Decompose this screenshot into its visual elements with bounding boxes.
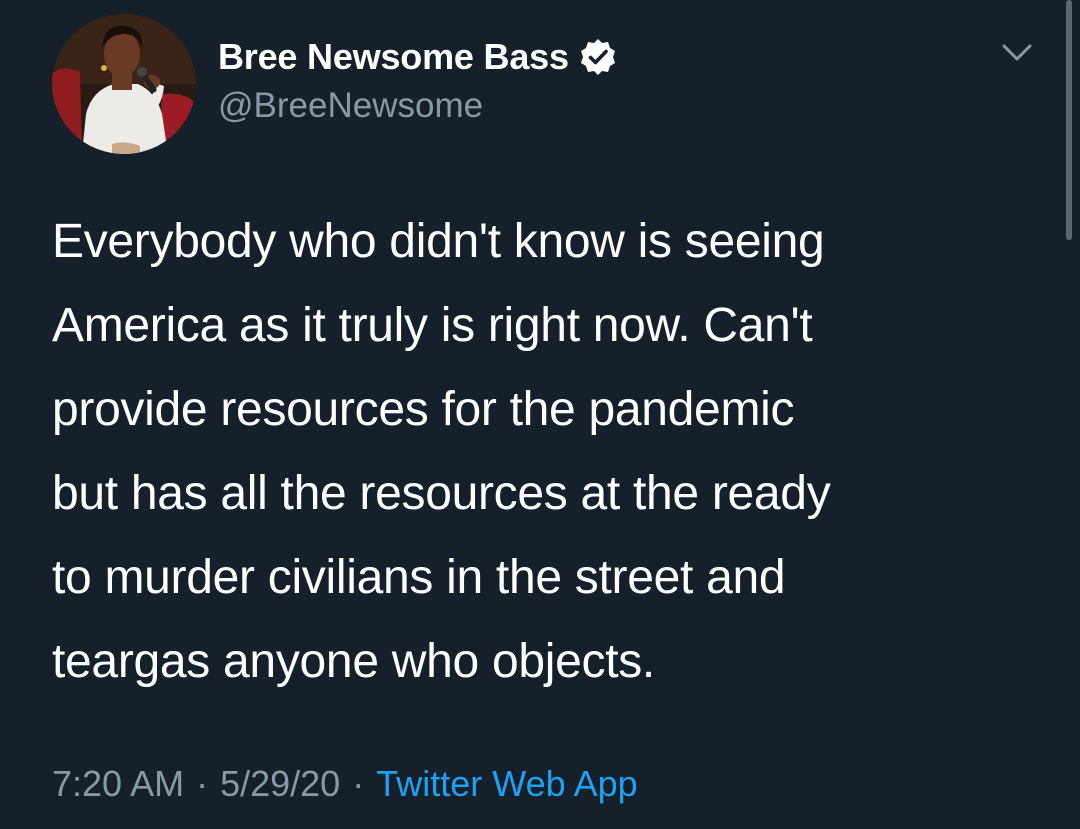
meta-separator: · [196, 763, 209, 804]
tweet-text-line: to murder civilians in the street and [52, 551, 786, 604]
tweet-meta: 7:20 AM · 5/29/20 · Twitter Web App [52, 763, 638, 805]
scrollbar[interactable] [1066, 0, 1072, 240]
verified-badge-icon [578, 37, 618, 77]
tweet-card: Bree Newsome Bass @BreeNewsome Everybody… [0, 0, 1080, 829]
author-handle[interactable]: @BreeNewsome [218, 86, 483, 126]
author-row: Bree Newsome Bass [218, 34, 618, 80]
tweet-text-line: but has all the resources at the ready [52, 467, 831, 520]
tweet-text-line: Everybody who didn't know is seeing [52, 215, 825, 268]
chevron-down-icon[interactable] [1000, 40, 1034, 66]
avatar-photo [52, 14, 196, 154]
tweet-time[interactable]: 7:20 AM [52, 763, 184, 805]
avatar[interactable] [52, 14, 196, 154]
tweet-text: Everybody who didn't know is seeing Amer… [52, 200, 1032, 704]
tweet-text-line: teargas anyone who objects. [52, 635, 655, 688]
tweet-source-link[interactable]: Twitter Web App [376, 763, 637, 805]
tweet-text-line: America as it truly is right now. Can't [52, 299, 813, 352]
tweet-text-line: provide resources for the pandemic [52, 383, 795, 436]
meta-separator: · [352, 763, 365, 804]
author-display-name[interactable]: Bree Newsome Bass [218, 36, 569, 78]
tweet-date[interactable]: 5/29/20 [220, 763, 340, 805]
